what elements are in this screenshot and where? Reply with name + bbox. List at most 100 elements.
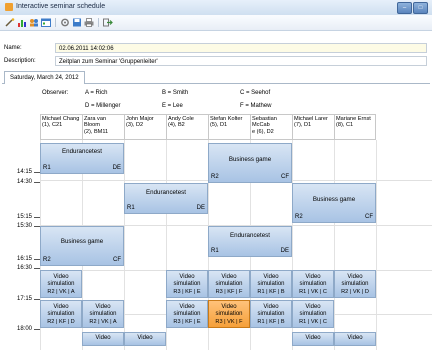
time-label: 15:30 [17, 223, 33, 229]
tab-saturday[interactable]: Saturday, March 24, 2012 [4, 71, 85, 84]
event-details: R1 | VK | C [299, 319, 327, 325]
event-video-simulation[interactable]: Video simulation R2 | KF | D [40, 300, 82, 328]
column-header[interactable]: Mariane Ernst (8), C1 [334, 114, 376, 140]
settings-icon[interactable] [60, 18, 70, 27]
event-video-simulation[interactable]: Video simulation R1 | VK | C [292, 270, 334, 298]
event-name: Video [95, 335, 111, 341]
event-name: Video [137, 335, 153, 341]
title-bar: Interactive seminar schedule – □ [0, 0, 432, 16]
bar-chart-icon[interactable] [17, 18, 27, 27]
event-details: R1 | VK | C [299, 289, 327, 295]
legend-item: F = Mathew [240, 103, 272, 109]
attendee-info: (3), D2 [126, 122, 144, 129]
event-name: Video simulation [173, 304, 201, 317]
event-video-simulation[interactable]: Video simulation R3 | KF | F [208, 270, 250, 298]
time-tick [34, 182, 40, 183]
event-video-simulation[interactable]: Video [334, 332, 376, 346]
event-name: Video simulation [341, 274, 369, 287]
event-name: Video simulation [299, 304, 327, 317]
event-endurancetest[interactable]: Endurancetest R1 DE [40, 143, 124, 174]
users-icon[interactable] [29, 18, 39, 27]
description-field[interactable]: Zeitplan zum Seminar 'Gruppenleiter' [55, 56, 427, 66]
event-name: Video simulation [47, 274, 75, 287]
event-room: R2 [211, 174, 219, 180]
time-label: 16:30 [17, 265, 33, 271]
name-field[interactable]: 02.06.2011 14:02:06 [55, 43, 427, 53]
observer-label: Observer: [42, 90, 69, 96]
wand-icon[interactable] [5, 18, 15, 27]
time-tick [34, 268, 40, 269]
event-video-simulation[interactable]: Video simulation R1 | VK | C [292, 300, 334, 328]
event-name: Video simulation [173, 274, 201, 287]
event-details: R3 | KF | E [173, 289, 201, 295]
event-business-game[interactable]: Business game R2 CF [40, 226, 124, 266]
maximize-button[interactable]: □ [413, 2, 428, 14]
name-label: Name: [4, 45, 22, 51]
column-header[interactable]: Zara van Bloom (2), BM11 [82, 114, 124, 140]
event-observers: CF [365, 214, 373, 220]
event-video-simulation[interactable]: Video simulation R1 | KF | B [250, 270, 292, 298]
event-video-simulation[interactable]: Video simulation R3 | KF | E [166, 300, 208, 328]
grid-line [376, 140, 377, 350]
event-video-simulation[interactable]: Video [124, 332, 166, 346]
event-observers: CF [113, 257, 121, 263]
event-name: Business game [228, 156, 272, 163]
print-icon[interactable] [84, 18, 94, 27]
time-label: 14:30 [17, 179, 33, 185]
column-header[interactable]: Michael Chang (1), C21 [40, 114, 82, 140]
event-details: R2 | VK | A [89, 319, 117, 325]
time-label: 17:15 [17, 296, 33, 302]
minimize-button[interactable]: – [397, 2, 412, 14]
event-name: Business game [60, 238, 104, 245]
event-observers: DE [112, 165, 121, 171]
event-name: Endurancetest [230, 232, 270, 239]
event-video-simulation[interactable]: Video simulation R1 | KF | B [250, 300, 292, 328]
event-room: R2 [43, 257, 51, 263]
column-header[interactable]: Stefan Kolter (5), D1 [208, 114, 250, 140]
legend-item: C = Seehof [240, 90, 271, 96]
save-icon[interactable] [72, 18, 82, 27]
event-business-game[interactable]: Business game R2 CF [208, 143, 292, 183]
event-name: Video [347, 335, 363, 341]
time-label: 18:00 [17, 326, 33, 332]
event-name: Video simulation [215, 274, 243, 287]
event-room: R1 [211, 248, 219, 254]
event-video-simulation[interactable]: Video simulation R3 | KF | E [166, 270, 208, 298]
event-observers: DE [196, 205, 205, 211]
event-details: R2 | VK | D [341, 289, 369, 295]
event-details: R3 | KF | E [173, 319, 201, 325]
column-header[interactable]: Sebastian McCab e (6), D2 [250, 114, 292, 140]
column-header[interactable]: Michael Larer (7), D1 [292, 114, 334, 140]
event-name: Endurancetest [62, 148, 102, 155]
event-video-simulation[interactable]: Video simulation R2 | VK | A [40, 270, 82, 298]
event-video-simulation[interactable]: Video simulation R2 | VK | A [82, 300, 124, 328]
time-label: 14:15 [17, 169, 33, 175]
event-video-simulation-selected[interactable]: Video simulation R3 | VK | F [208, 300, 250, 328]
event-video-simulation[interactable]: Video [292, 332, 334, 346]
attendee-info: (4), B2 [168, 122, 185, 129]
event-business-game[interactable]: Business game R2 CF [292, 183, 376, 223]
attendee-info: e (6), D2 [252, 128, 274, 135]
legend-item: D = Millenger [85, 103, 121, 109]
exit-icon[interactable] [103, 18, 113, 27]
event-endurancetest[interactable]: Endurancetest R1 DE [208, 226, 292, 257]
event-details: R1 | KF | B [257, 319, 285, 325]
event-endurancetest[interactable]: Endurancetest R1 DE [124, 183, 208, 214]
window-title: Interactive seminar schedule [16, 3, 106, 10]
time-label: 16:15 [17, 256, 33, 262]
time-tick [34, 217, 40, 218]
event-room: R2 [295, 214, 303, 220]
column-header[interactable]: Andy Cole (4), B2 [166, 114, 208, 140]
event-video-simulation[interactable]: Video simulation R2 | VK | D [334, 270, 376, 298]
calendar-icon[interactable] [41, 18, 51, 27]
column-header[interactable]: John Major (3), D2 [124, 114, 166, 140]
app-icon [5, 3, 13, 11]
grid-line [334, 140, 335, 350]
legend-item: E = Lee [162, 103, 183, 109]
time-label: 15:15 [17, 214, 33, 220]
event-video-simulation[interactable]: Video [82, 332, 124, 346]
event-details: R2 | VK | A [47, 289, 75, 295]
grid-line [124, 140, 125, 350]
legend-item: A = Rich [85, 90, 108, 96]
attendee-info: (1), C21 [42, 122, 63, 129]
